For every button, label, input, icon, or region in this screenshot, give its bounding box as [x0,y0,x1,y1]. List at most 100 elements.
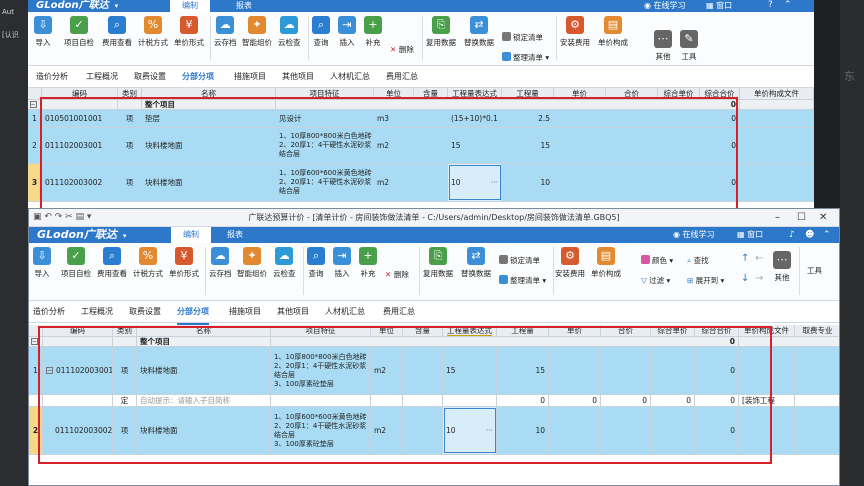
tab-fee-summary[interactable]: 费用汇总 [383,301,415,323]
col-unit[interactable]: 单位 [371,325,403,336]
tab-report[interactable]: 报表 [215,227,255,243]
cloud-check-button[interactable]: ☁ 云检查 [278,16,301,48]
table-row[interactable]: 3 011102003002 项 块料楼地面 1、10厚600*600米黄色地砖… [28,164,814,202]
col-unit[interactable]: 单位 [374,88,414,99]
cloud-save-button[interactable]: ☁ 云存档 [209,247,232,279]
expr-input[interactable]: 10 ··· [443,407,497,454]
unit-compose-button[interactable]: ▤ 单价构成 [598,16,628,48]
col-unit-price[interactable]: 综合单价 [658,88,700,99]
col-total[interactable]: 综合合价 [700,88,740,99]
find-button[interactable]: ⌕ 查找 [687,255,709,266]
table-row[interactable]: 1 010501001001 项 垫层 见设计 m3 (15+10)*0.1 2… [28,110,814,128]
filter-button[interactable]: ▽ 过滤 ▾ [641,275,670,286]
chevron-down-icon[interactable]: ▾ [123,232,127,240]
tab-fee-settings[interactable]: 取费设置 [134,66,166,88]
col-type[interactable]: 类别 [113,325,137,336]
other-button[interactable]: ⋯ 其他 [654,30,672,62]
delete-button[interactable]: ✕ 删除 [385,269,409,280]
tax-mode-button[interactable]: % 计税方式 [133,247,163,279]
tab-materials[interactable]: 人材机汇总 [330,66,370,88]
col-amount[interactable]: 合价 [606,88,658,99]
sort-list-button[interactable]: 整理清单 ▾ [502,52,549,63]
chevron-up-icon[interactable]: ⌃ [784,0,792,10]
tab-sections[interactable]: 分部分项 [182,66,214,90]
bell-icon[interactable]: ♪ [789,227,795,243]
install-fee-button[interactable]: ⚙ 安装费用 [560,16,590,48]
col-amount[interactable]: 合价 [601,325,651,336]
tab-measures[interactable]: 措施项目 [234,66,266,88]
close-button[interactable]: ✕ [819,209,827,227]
insert-button[interactable]: ⇥ 插入 [338,16,356,48]
col-price[interactable]: 单价 [554,88,606,99]
col-qty[interactable]: 工程量 [502,88,554,99]
col-expr[interactable]: 工程量表达式 [448,88,502,99]
col-total[interactable]: 综合合价 [695,325,739,336]
replace-data-button[interactable]: ⇄ 替换数据 [461,247,491,279]
lock-list-button[interactable]: 锁定清单 [499,255,540,266]
tax-mode-button[interactable]: % 计税方式 [138,16,168,48]
col-feature[interactable]: 项目特征 [276,88,374,99]
add-button[interactable]: + 补充 [359,247,377,279]
query-button[interactable]: ⌕ 查询 [307,247,325,279]
fee-view-button[interactable]: ⌕ 费用查看 [102,16,132,48]
delete-button[interactable]: ✕ 删除 [390,44,414,55]
collapse-icon[interactable]: − [46,367,53,374]
glodon-logo[interactable]: GLodon广联达 ▾ [37,227,126,243]
help-icon[interactable]: ? [768,0,773,10]
window-menu[interactable]: ▦ 窗口 [706,0,732,12]
col-fee-specialty[interactable]: 取费专业 [795,325,839,336]
tools-button[interactable]: 工具 [807,265,822,276]
collapse-icon[interactable]: − [29,101,37,108]
smart-price-button[interactable]: ✦ 智能组价 [242,16,272,48]
col-qty[interactable]: 工程量 [497,325,549,336]
tab-sections[interactable]: 分部分项 [177,301,209,325]
col-name[interactable]: 名称 [137,325,271,336]
window-menu[interactable]: ▦ 窗口 [737,227,763,243]
color-button[interactable]: 颜色 ▾ [641,255,673,266]
col-code[interactable]: 编码 [43,325,113,336]
tab-measures[interactable]: 措施项目 [229,301,261,323]
table-row[interactable]: 定 自动提示：请输入子目简称 0 0 0 0 0 [装饰工程 [29,395,839,407]
tab-other-items[interactable]: 其他项目 [277,301,309,323]
tab-edit[interactable]: 编制 [170,0,210,12]
user-icon[interactable]: ☻ [805,227,814,243]
tab-cost-analysis[interactable]: 造价分析 [33,301,65,323]
tab-overview[interactable]: 工程概况 [86,66,118,88]
query-button[interactable]: ⌕ 查询 [312,16,330,48]
online-learning-link[interactable]: ◉ 在线学习 [673,227,715,243]
tab-fee-settings[interactable]: 取费设置 [129,301,161,323]
replace-data-button[interactable]: ⇄ 替换数据 [464,16,494,48]
smart-price-button[interactable]: ✦ 智能组价 [237,247,267,279]
add-button[interactable]: + 补充 [364,16,382,48]
tools-button[interactable]: ✎ 工具 [680,30,698,62]
glodon-logo[interactable]: GLodon广联达 ▾ [36,0,118,12]
sort-list-button[interactable]: 整理清单 ▾ [499,275,546,286]
unit-compose-button[interactable]: ▤ 单价构成 [591,247,621,279]
tab-edit[interactable]: 编制 [171,227,211,243]
tab-other-items[interactable]: 其他项目 [282,66,314,88]
col-file[interactable]: 单价构成文件 [739,325,795,336]
maximize-button[interactable]: ☐ [797,209,806,227]
tab-cost-analysis[interactable]: 造价分析 [36,66,68,88]
group-row[interactable]: − 整个项目 0 [29,337,839,347]
col-unit-price[interactable]: 综合单价 [651,325,695,336]
down-arrow-icon[interactable]: ↓ [741,273,749,284]
table-row[interactable]: 2 011102003002 项 块料楼地面 1、10厚600*600米黄色地砖… [29,407,839,455]
col-content[interactable]: 含量 [403,325,443,336]
minimize-button[interactable]: – [775,209,780,227]
fee-view-button[interactable]: ⌕ 费用查看 [97,247,127,279]
tab-fee-summary[interactable]: 费用汇总 [386,66,418,88]
install-fee-button[interactable]: ⚙ 安装费用 [555,247,585,279]
col-expr[interactable]: 工程量表达式 [443,325,497,336]
left-arrow-icon[interactable]: ← [755,253,763,264]
tab-materials[interactable]: 人材机汇总 [325,301,365,323]
self-check-button[interactable]: ✓ 项目自检 [64,16,94,48]
insert-button[interactable]: ⇥ 插入 [333,247,351,279]
tab-overview[interactable]: 工程概况 [81,301,113,323]
table-row[interactable]: 1 −011102003001 项 块料楼地面 1、10厚800*800米白色地… [29,347,839,395]
col-content[interactable]: 含量 [414,88,448,99]
other-button[interactable]: ⋯ 其他 [773,251,791,283]
lock-list-button[interactable]: 锁定清单 [502,32,543,43]
group-row[interactable]: − 整个项目 0 [28,100,814,110]
price-form-button[interactable]: ¥ 单价形式 [169,247,199,279]
